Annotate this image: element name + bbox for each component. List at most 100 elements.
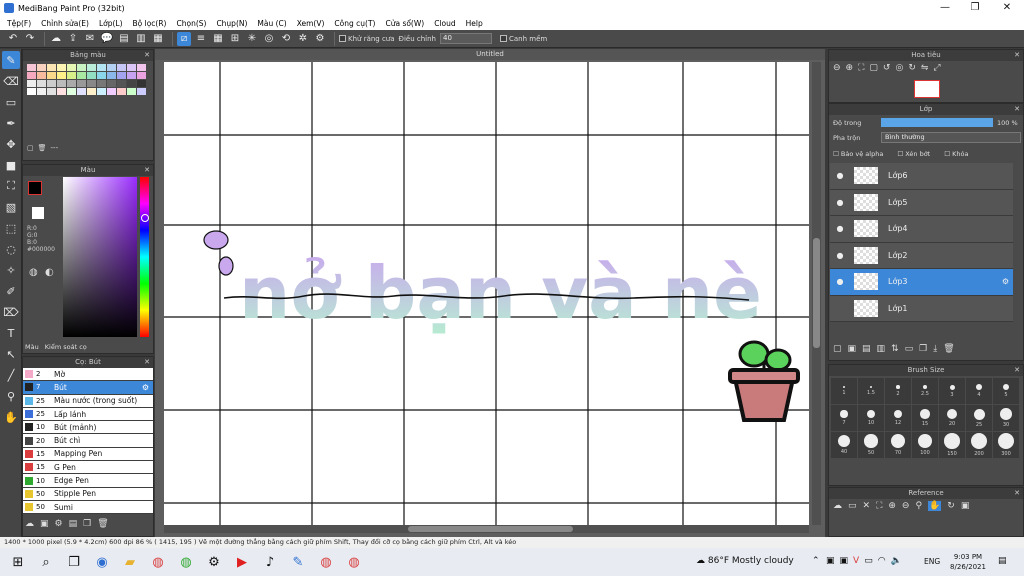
brush-row[interactable]: 25 Lấp lánh xyxy=(23,407,153,422)
brush-row[interactable]: 10 Bút (mảnh) xyxy=(23,421,153,435)
brush-size-cell[interactable]: 100 xyxy=(912,432,938,458)
lasso-tool-icon[interactable]: ◌ xyxy=(2,240,20,258)
pen-tool-icon[interactable]: ✒ xyxy=(2,114,20,132)
language-indicator[interactable]: ENG xyxy=(924,557,940,566)
palette-swatch[interactable] xyxy=(47,72,56,79)
hand-tool-icon[interactable]: ✋ xyxy=(2,408,20,426)
brush-row[interactable]: 15 Mapping Pen xyxy=(23,447,153,462)
palette-swatch[interactable] xyxy=(107,80,116,87)
palette-swatch[interactable] xyxy=(97,88,106,95)
palette-swatch[interactable] xyxy=(67,80,76,87)
menu-filter[interactable]: Bộ lọc(R) xyxy=(128,19,172,28)
zoom-out-icon[interactable]: ⊖ xyxy=(833,63,841,73)
redo-icon[interactable]: ↷ xyxy=(23,32,37,46)
close-icon[interactable]: ✕ xyxy=(1014,365,1020,376)
weather-widget[interactable]: ☁ 86°F Mostly cloudy xyxy=(696,556,794,566)
duplicate-brush-icon[interactable]: ❐ xyxy=(83,519,91,529)
magic-wand-tool-icon[interactable]: ✧ xyxy=(2,261,20,279)
menu-layer[interactable]: Lớp(L) xyxy=(94,19,128,28)
file-explorer-icon[interactable]: ▰ xyxy=(116,548,144,576)
menu-cloud[interactable]: Cloud xyxy=(429,19,460,28)
palette-swatch[interactable] xyxy=(37,64,46,71)
blend-select[interactable]: Bình thường xyxy=(881,132,1021,143)
merge-layer-icon[interactable]: ⤓ xyxy=(933,344,937,354)
cloud-icon[interactable]: ☁ xyxy=(49,32,63,46)
eraser-tool-icon[interactable]: ⌫ xyxy=(2,72,20,90)
visibility-eye-icon[interactable]: ● xyxy=(834,171,846,180)
tiktok-icon[interactable]: ♪ xyxy=(256,548,284,576)
palette-swatch[interactable] xyxy=(137,80,146,87)
color-wheel-icon[interactable]: ◍ xyxy=(29,267,38,278)
clock[interactable]: 9:03 PM 8/26/2021 xyxy=(950,552,986,572)
brush-size-cell[interactable]: 1.5 xyxy=(858,378,884,404)
export-icon[interactable]: ▦ xyxy=(151,32,165,46)
menu-window[interactable]: Cửa sổ(W) xyxy=(380,19,429,28)
battery-icon[interactable]: ▭ xyxy=(864,556,873,566)
palette-swatch[interactable] xyxy=(67,72,76,79)
palette-swatch[interactable] xyxy=(67,88,76,95)
delete-layer-icon[interactable]: 🗑 xyxy=(943,344,954,354)
visibility-eye-icon[interactable]: ● xyxy=(834,224,846,233)
palette-swatch[interactable] xyxy=(77,72,86,79)
palette-swatch[interactable] xyxy=(27,72,36,79)
brush-size-cell[interactable]: 150 xyxy=(939,432,965,458)
settings-brush-icon[interactable]: ⚙ xyxy=(55,519,63,529)
new-1bit-layer-icon[interactable]: ▥ xyxy=(877,344,886,354)
menu-snap[interactable]: Chụp(N) xyxy=(211,19,252,28)
add-swatch-icon[interactable]: ▢ xyxy=(27,144,34,152)
maximize-button[interactable]: ❐ xyxy=(960,0,990,16)
chrome-profile-icon[interactable]: ◍ xyxy=(172,548,200,576)
operation-tool-icon[interactable]: ↖ xyxy=(2,345,20,363)
new-halftone-layer-icon[interactable]: ▣ xyxy=(848,344,857,354)
document-icon[interactable]: ▥ xyxy=(134,32,148,46)
wifi-icon[interactable]: ◠ xyxy=(878,556,886,566)
share-icon[interactable]: ⇪ xyxy=(66,32,80,46)
brush-size-cell[interactable]: 40 xyxy=(831,432,857,458)
close-icon[interactable]: ✕ xyxy=(1014,50,1020,61)
menu-help[interactable]: Help xyxy=(461,19,488,28)
palette-swatch[interactable] xyxy=(37,80,46,87)
menu-tools[interactable]: Công cụ(T) xyxy=(329,19,380,28)
palette-swatch[interactable] xyxy=(57,72,66,79)
menu-select[interactable]: Chọn(S) xyxy=(171,19,211,28)
rotate-ref-icon[interactable]: ↻ xyxy=(947,501,955,511)
cloud-icon[interactable]: ☁ xyxy=(833,501,842,511)
minimize-button[interactable]: — xyxy=(930,0,960,16)
menu-file[interactable]: Tệp(F) xyxy=(2,19,36,28)
palette-swatch[interactable] xyxy=(77,88,86,95)
visibility-eye-icon[interactable]: ● xyxy=(834,198,846,207)
add-brush-icon[interactable]: ▣ xyxy=(40,519,49,529)
brush-row[interactable]: 25 Màu nước (trong suốt) xyxy=(23,394,153,408)
select-tool-icon[interactable]: ⬚ xyxy=(2,219,20,237)
fit-ref-icon[interactable]: ⛶ xyxy=(876,501,882,511)
brush-settings-icon[interactable]: ⚙ xyxy=(142,383,149,392)
palette-swatch[interactable] xyxy=(137,72,146,79)
chrome-icon-2[interactable]: ◍ xyxy=(312,548,340,576)
tray-app-icon[interactable]: V xyxy=(853,556,859,566)
layer-move-icon[interactable]: ⇅ xyxy=(891,344,899,354)
palette-swatch[interactable] xyxy=(27,80,36,87)
lock-checkbox[interactable]: ☐ Khóa xyxy=(944,150,968,158)
palette-swatch[interactable] xyxy=(47,80,56,87)
hand-ref-icon[interactable]: ✋ xyxy=(928,501,942,511)
brush-size-cell[interactable]: 15 xyxy=(912,405,938,431)
zoom-out-ref-icon[interactable]: ⊖ xyxy=(902,501,910,511)
palette-swatch[interactable] xyxy=(107,64,116,71)
actual-size-icon[interactable]: ▢ xyxy=(869,63,878,73)
palette-swatch[interactable] xyxy=(127,80,136,87)
layer-row[interactable]: ● Lớp6 xyxy=(830,163,1013,190)
select-pen-tool-icon[interactable]: ✐ xyxy=(2,282,20,300)
palette-swatch[interactable] xyxy=(67,64,76,71)
visibility-eye-icon[interactable]: ● xyxy=(834,277,846,286)
palette-swatch[interactable] xyxy=(87,88,96,95)
gradient-tool-icon[interactable]: ▧ xyxy=(2,198,20,216)
close-button[interactable]: ✕ xyxy=(992,0,1022,16)
tray-app-icon[interactable]: ▣ xyxy=(826,556,835,566)
hue-slider[interactable] xyxy=(140,177,149,337)
flip-icon[interactable]: ⇋ xyxy=(921,63,929,73)
reset-ref-icon[interactable]: ▣ xyxy=(961,501,970,511)
brush-size-cell[interactable]: 20 xyxy=(939,405,965,431)
brush-size-cell[interactable]: 1 xyxy=(831,378,857,404)
brush-row[interactable]: 7 Bút ⚙ xyxy=(23,381,153,395)
brush-size-cell[interactable]: 4 xyxy=(966,378,992,404)
